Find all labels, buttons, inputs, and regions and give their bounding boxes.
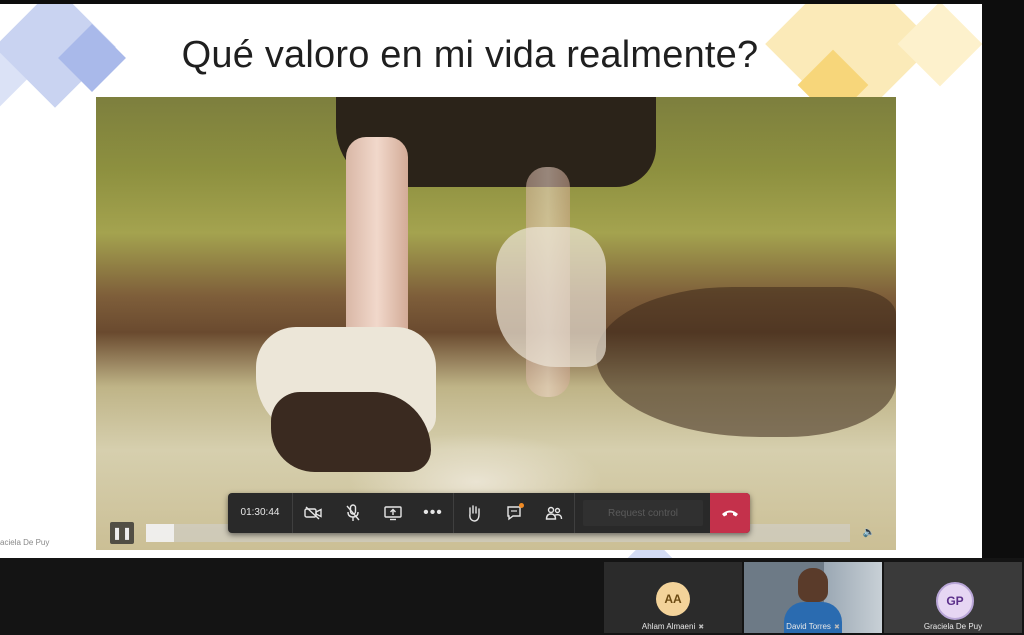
participant-tile[interactable]: AA Ahlam Almaeni ✖ [604,562,742,633]
video-scene-shadow [596,287,896,437]
hangup-button[interactable] [710,493,750,533]
mic-off-icon: ✖ [698,624,705,631]
pause-button[interactable]: ❚❚ [110,522,134,544]
participant-name: Ahlam Almaeni [641,622,696,631]
more-actions-button[interactable]: ••• [413,493,453,533]
volume-icon[interactable]: 🔈 [860,524,878,542]
request-control-button[interactable]: Request control [583,500,703,526]
participants-icon [545,506,563,520]
embedded-video[interactable] [96,97,896,550]
meeting-toolbar: 01:30:44 ••• Request control [228,493,750,533]
mic-off-icon: ✖ [833,624,840,631]
video-scene-shoe [496,227,606,367]
toolbar-divider [574,493,575,533]
participant-gallery: AA Ahlam Almaeni ✖ David Torres ✖ GP Graci… [0,558,1024,635]
more-icon: ••• [423,504,443,521]
raise-hand-icon [469,505,480,522]
participants-button[interactable] [534,493,574,533]
participant-name-row: David Torres ✖ [744,622,882,631]
hangup-icon [722,510,738,517]
avatar: AA [656,582,690,616]
slide-title: Qué valoro en mi vida realmente? [181,34,759,76]
presenter-tag: aciela De Puy [0,538,50,547]
participant-tile[interactable]: GP Graciela De Puy [884,562,1022,633]
participant-name-row: Ahlam Almaeni ✖ [604,622,742,631]
unread-indicator [519,503,524,508]
camera-off-icon [304,506,322,520]
avatar: GP [936,582,974,620]
share-screen-button[interactable] [373,493,413,533]
participant-name: Graciela De Puy [923,622,983,631]
participant-tile[interactable]: David Torres ✖ [744,562,882,633]
mic-off-icon [346,504,360,521]
pause-icon: ❚❚ [111,526,133,540]
chat-button[interactable] [494,493,534,533]
video-scene-hair [271,392,431,472]
raise-hand-button[interactable] [454,493,494,533]
participant-name: David Torres [786,622,831,631]
video-progress-fill [146,524,175,542]
participant-name-row: Graciela De Puy [884,622,1022,631]
mic-button[interactable] [333,493,373,533]
camera-button[interactable] [293,493,333,533]
participant-video-head [798,568,828,602]
call-timer: 01:30:44 [228,493,293,533]
share-screen-icon [384,506,402,521]
